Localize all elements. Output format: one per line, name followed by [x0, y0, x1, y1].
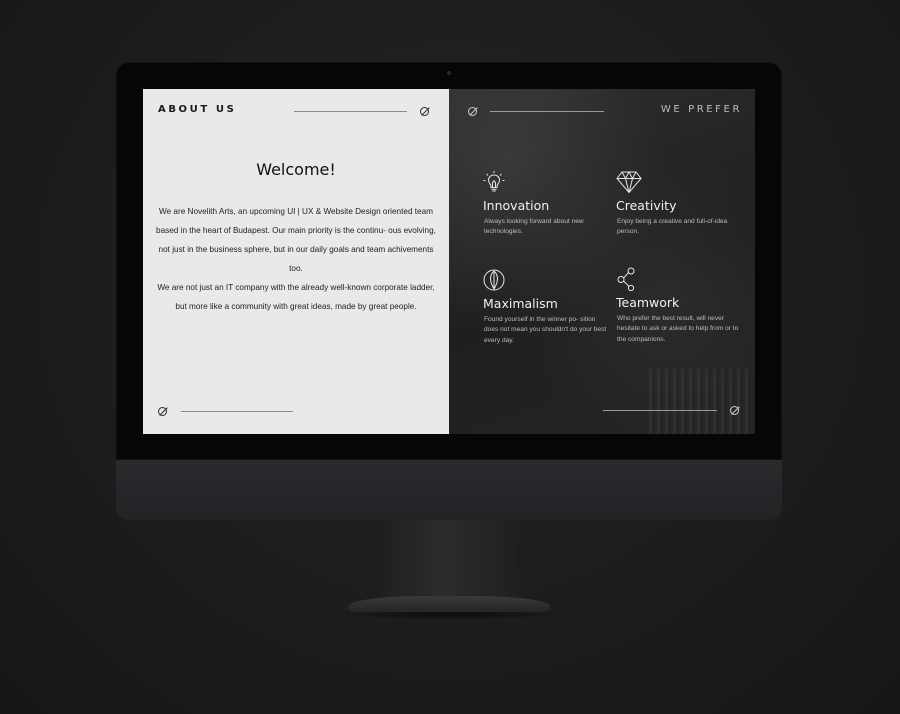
- we-prefer-panel: WE PREFER Innovation Always looking forw…: [449, 89, 755, 434]
- header-divider: [490, 111, 604, 112]
- welcome-heading: Welcome!: [256, 160, 336, 179]
- null-symbol-icon: [468, 107, 477, 116]
- feature-creativity: Creativity Enjoy being a creative and fu…: [616, 170, 746, 238]
- share-icon: [617, 267, 635, 291]
- screen: ABOUT US Welcome! We are Novelith Arts, …: [143, 89, 755, 434]
- leaf-icon: [483, 269, 505, 291]
- about-text: We are Novelith Arts, an upcoming UI | U…: [153, 202, 439, 316]
- feature-teamwork: Teamwork Who prefer the best result, wil…: [616, 267, 746, 345]
- about-us-title: ABOUT US: [158, 104, 237, 115]
- null-symbol-icon: [730, 406, 739, 415]
- feature-innovation: Innovation Always looking forward about …: [483, 170, 613, 238]
- feature-title: Teamwork: [616, 295, 680, 310]
- feature-maximalism: Maximalism Found yourself in the winner …: [483, 268, 613, 346]
- about-us-panel: ABOUT US Welcome! We are Novelith Arts, …: [143, 89, 449, 434]
- feature-description: Always looking forward about new technol…: [484, 218, 584, 236]
- camera-dot: [447, 71, 451, 75]
- footer-divider: [603, 410, 717, 411]
- feature-description: Enjoy being a creative and full-of-idea …: [617, 218, 728, 236]
- feature-title: Creativity: [616, 198, 677, 213]
- null-symbol-icon: [158, 407, 167, 416]
- about-paragraph-2: We are not just an IT company with the a…: [157, 283, 435, 311]
- lightbulb-icon: [483, 171, 505, 192]
- we-prefer-title: WE PREFER: [660, 104, 742, 115]
- scene-background: ABOUT US Welcome! We are Novelith Arts, …: [0, 0, 900, 714]
- feature-title: Innovation: [483, 198, 550, 213]
- monitor-stand: [378, 520, 520, 602]
- feature-title: Maximalism: [483, 296, 558, 311]
- feature-description: Found yourself in the winner po- sition …: [484, 316, 607, 344]
- diamond-icon: [616, 170, 642, 194]
- null-symbol-icon: [420, 107, 429, 116]
- monitor-stand-base: [348, 596, 550, 612]
- feature-description: Who prefer the best result, will never h…: [617, 315, 739, 343]
- about-paragraph-1: We are Novelith Arts, an upcoming UI | U…: [156, 207, 436, 273]
- footer-divider: [181, 411, 293, 412]
- monitor-chin: [116, 460, 782, 520]
- header-divider: [294, 111, 407, 112]
